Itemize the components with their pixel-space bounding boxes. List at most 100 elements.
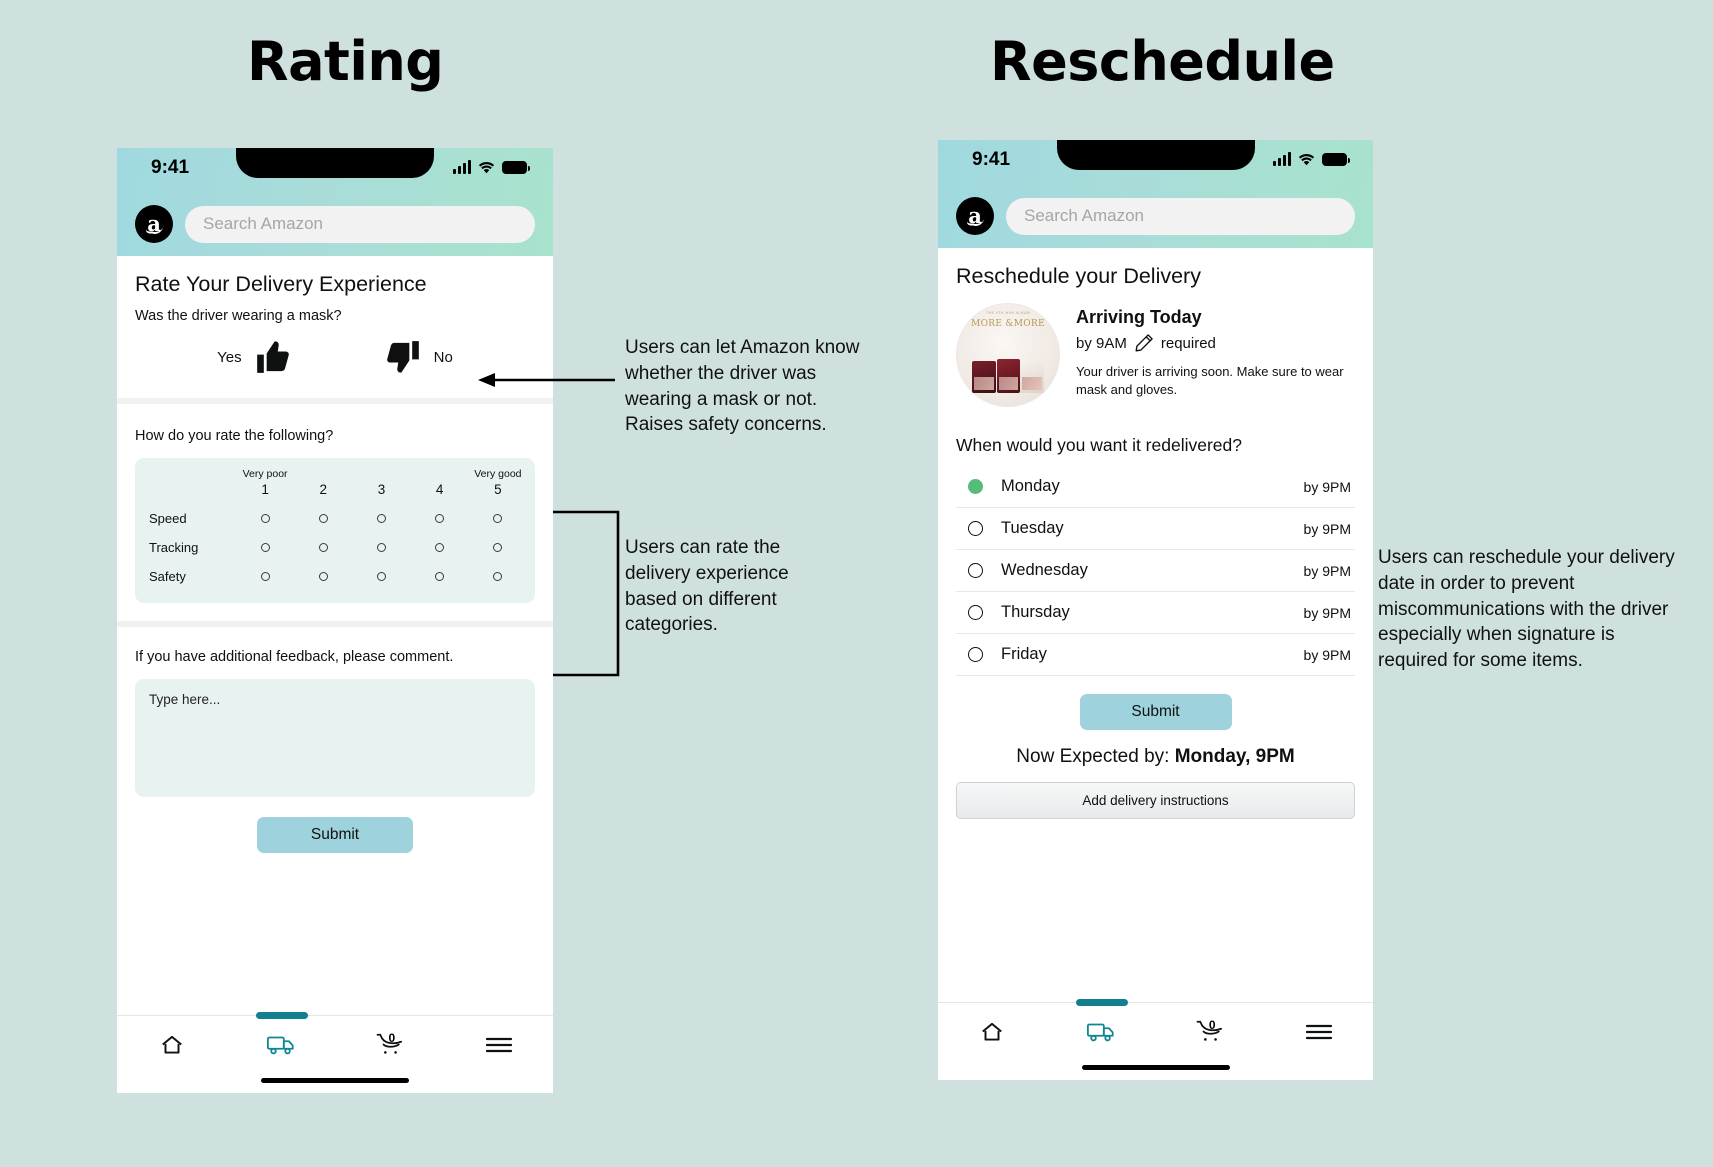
no-label: No	[433, 348, 453, 366]
status-icons	[453, 160, 530, 174]
radio-safety-1[interactable]	[236, 562, 294, 591]
app-header-reschedule: 9:41 a Search Amazon	[938, 140, 1373, 248]
yes-label: Yes	[217, 348, 242, 366]
status-bar: 9:41	[938, 140, 1373, 186]
nav-item-menu[interactable]	[444, 1035, 553, 1060]
nav-item-cart[interactable]: 0	[1156, 1018, 1265, 1050]
nav-item-menu[interactable]	[1264, 1022, 1373, 1047]
empty-corner	[143, 467, 236, 481]
search-input[interactable]: Search Amazon	[1006, 197, 1355, 235]
scale-spacer-4	[411, 467, 469, 481]
home-indicator	[261, 1078, 409, 1083]
driver-note: Your driver is arriving soon. Make sure …	[1076, 364, 1344, 397]
day-time-friday: by 9PM	[1303, 646, 1351, 663]
radio-safety-4[interactable]	[411, 562, 469, 591]
annotation-mask-text: Users can let Amazon know whether the dr…	[625, 337, 860, 436]
scale-numbers-row: 1 2 3 4 5	[143, 481, 527, 504]
list-item[interactable]: Thursday by 9PM	[956, 592, 1355, 634]
page-title-reschedule: Reschedule	[990, 30, 1335, 93]
nav-item-deliveries[interactable]	[1047, 1020, 1156, 1049]
scale-number-5: 5	[494, 482, 502, 497]
radio-icon-monday[interactable]	[968, 479, 983, 494]
rating-matrix-table: Very poor Very good 1 2 3 4 5 Speed Trac…	[143, 467, 527, 591]
rating-section-mask: Rate Your Delivery Experience Was the dr…	[117, 256, 553, 398]
nav-items: 0	[938, 1003, 1373, 1065]
wifi-icon	[478, 161, 495, 174]
scale-number-4: 4	[435, 482, 444, 497]
day-time-wednesday: by 9PM	[1303, 562, 1351, 579]
list-item[interactable]: Monday by 9PM	[956, 466, 1355, 508]
list-item[interactable]: Friday by 9PM	[956, 634, 1355, 676]
submit-button[interactable]: Submit	[1079, 694, 1232, 730]
reschedule-page-title: Reschedule your Delivery	[956, 264, 1201, 288]
radio-tracking-4[interactable]	[411, 533, 469, 562]
search-row: a Search Amazon	[117, 194, 553, 254]
radio-icon	[493, 571, 503, 581]
nav-item-deliveries[interactable]	[226, 1033, 335, 1062]
search-input[interactable]: Search Amazon	[185, 205, 535, 243]
app-header-rating: 9:41 a Search Amazon	[117, 148, 553, 256]
bottom-nav-bar: 0	[117, 1012, 553, 1093]
radio-icon	[435, 513, 445, 523]
radio-icon-wednesday[interactable]	[968, 563, 983, 578]
day-time-tuesday: by 9PM	[1303, 520, 1351, 537]
now-expected-prefix: Now Expected by:	[1016, 746, 1175, 767]
radio-speed-5[interactable]	[469, 504, 527, 533]
feedback-question-label: If you have additional feedback, please …	[135, 649, 454, 665]
radio-icon	[493, 513, 503, 523]
radio-tracking-5[interactable]	[469, 533, 527, 562]
scale-high-label: Very good	[474, 468, 522, 480]
order-summary-card: THE 9TH MINI ALBUM MORE &MORE Arriving T…	[956, 289, 1355, 407]
radio-speed-3[interactable]	[352, 504, 410, 533]
rating-section-scale: How do you rate the following? Very poor…	[117, 404, 553, 603]
day-label-monday: Monday	[1001, 477, 1060, 495]
list-item[interactable]: Wednesday by 9PM	[956, 550, 1355, 592]
active-tab-indicator	[1076, 999, 1128, 1006]
cart-icon: 0	[375, 1031, 405, 1063]
battery-icon	[1322, 153, 1350, 166]
thumbs-up-option[interactable]: Yes	[217, 338, 291, 376]
amazon-logo-icon[interactable]: a	[956, 197, 994, 235]
comment-textarea[interactable]: Type here...	[135, 679, 535, 797]
radio-icon	[260, 513, 270, 523]
day-time-monday: by 9PM	[1303, 478, 1351, 495]
radio-icon	[376, 542, 386, 552]
amazon-logo-icon[interactable]: a	[135, 205, 173, 243]
scale-number-3: 3	[377, 482, 386, 497]
phone-mockup-rating: 9:41 a Search Amazon Rate Your Delivery …	[117, 148, 553, 1093]
radio-safety-2[interactable]	[294, 562, 352, 591]
signal-icon	[1273, 152, 1291, 166]
radio-icon	[318, 571, 328, 581]
radio-icon	[435, 542, 445, 552]
radio-speed-4[interactable]	[411, 504, 469, 533]
list-item[interactable]: Tuesday by 9PM	[956, 508, 1355, 550]
table-row: Safety	[143, 562, 527, 591]
radio-tracking-3[interactable]	[352, 533, 410, 562]
radio-safety-5[interactable]	[469, 562, 527, 591]
submit-button[interactable]: Submit	[257, 817, 413, 853]
radio-icon-friday[interactable]	[968, 647, 983, 662]
radio-speed-1[interactable]	[236, 504, 294, 533]
radio-speed-2[interactable]	[294, 504, 352, 533]
radio-icon	[376, 571, 386, 581]
album-disc-1	[972, 361, 996, 393]
bottom-nav-bar: 0	[938, 999, 1373, 1080]
radio-icon	[376, 513, 386, 523]
radio-icon	[318, 513, 328, 523]
thumbs-down-option[interactable]: No	[384, 338, 453, 376]
now-expected-value: Monday, 9PM	[1174, 746, 1295, 767]
rating-page-title: Rate Your Delivery Experience	[135, 272, 427, 296]
status-time: 9:41	[972, 149, 1011, 170]
radio-tracking-2[interactable]	[294, 533, 352, 562]
radio-icon-thursday[interactable]	[968, 605, 983, 620]
nav-item-cart[interactable]: 0	[335, 1031, 444, 1063]
nav-item-home[interactable]	[938, 1019, 1047, 1050]
add-delivery-instructions-button[interactable]: Add delivery instructions	[956, 782, 1355, 819]
radio-tracking-1[interactable]	[236, 533, 294, 562]
nav-item-home[interactable]	[117, 1032, 226, 1063]
radio-safety-3[interactable]	[352, 562, 410, 591]
status-icons	[1273, 152, 1350, 166]
radio-icon-tuesday[interactable]	[968, 521, 983, 536]
status-bar: 9:41	[117, 148, 553, 194]
search-placeholder: Search Amazon	[1024, 206, 1145, 225]
